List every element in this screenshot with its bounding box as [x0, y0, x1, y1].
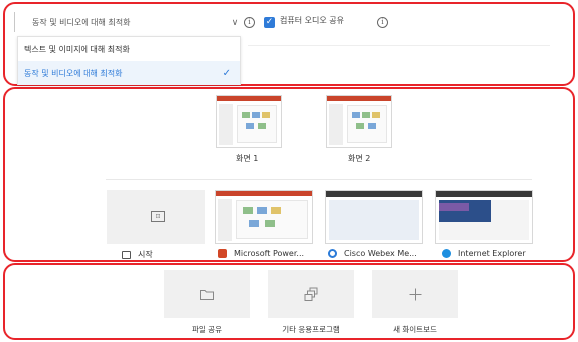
divider [106, 179, 532, 180]
slide-tile [262, 112, 270, 118]
app-label-text: Microsoft Power... [234, 249, 305, 258]
share-file-label: 파일 공유 [192, 325, 222, 334]
info-icon[interactable]: i [377, 17, 388, 28]
webex-thumbnail[interactable] [325, 190, 423, 244]
powerpoint-icon [218, 249, 227, 258]
optimize-dropdown-value: 동작 및 비디오에 대해 최적화 [32, 18, 131, 27]
other-applications-button[interactable] [268, 270, 354, 318]
slide-tile [352, 112, 360, 118]
slide-tile [258, 123, 266, 129]
window-titlebar [326, 191, 422, 197]
app-label-powerpoint: Microsoft Power... [218, 249, 304, 258]
slide-tile [362, 112, 370, 118]
window-icon [122, 250, 131, 259]
start-thumbnail[interactable]: ⊡ [107, 190, 205, 244]
app-label-text: 시작 [138, 250, 153, 259]
optimize-dropdown[interactable]: 동작 및 비디오에 대해 최적화 ∨ [26, 12, 242, 33]
slide-canvas [237, 105, 277, 143]
window-titlebar [436, 191, 532, 197]
app-label-internet-explorer: Internet Explorer [442, 249, 526, 258]
slide-tile [246, 123, 254, 129]
app-windows-icon [304, 287, 317, 301]
app-label-text: Internet Explorer [458, 249, 526, 258]
webex-icon [328, 249, 337, 258]
new-whiteboard-button[interactable] [372, 270, 458, 318]
ppt-ribbon [216, 191, 312, 196]
slide-panel [218, 199, 232, 241]
window-body [329, 200, 419, 240]
optimize-option-text-images[interactable]: 텍스트 및 이미지에 대해 최적화 [18, 37, 240, 61]
slide-tile [372, 112, 380, 118]
slide-tile [368, 123, 376, 129]
slide-tile [271, 207, 281, 214]
share-file-button[interactable] [164, 270, 250, 318]
other-applications-label: 기타 응용프로그램 [282, 325, 340, 334]
separator [14, 12, 15, 32]
slide-panel [219, 104, 233, 145]
divider [248, 45, 550, 46]
slide-canvas [236, 200, 308, 239]
menu-item-label: 동작 및 비디오에 대해 최적화 [24, 68, 123, 78]
window-icon: ⊡ [151, 211, 165, 222]
screen-1-label: 화면 1 [236, 154, 259, 163]
optimize-dropdown-menu: 텍스트 및 이미지에 대해 최적화 동작 및 비디오에 대해 최적화 ✓ [17, 36, 241, 85]
slide-tile [257, 207, 267, 214]
screen-2-thumbnail[interactable] [326, 95, 392, 148]
slide-tile [249, 220, 259, 227]
internet-explorer-icon [442, 249, 451, 258]
chevron-down-icon: ∨ [231, 17, 239, 28]
folder-icon [200, 289, 214, 300]
web-banner [439, 203, 469, 211]
slide-canvas [347, 105, 387, 143]
internet-explorer-thumbnail[interactable] [435, 190, 533, 244]
slide-tile [252, 112, 260, 118]
computer-audio-label: 컴퓨터 오디오 공유 [280, 16, 344, 25]
plus-icon [409, 288, 421, 300]
powerpoint-thumbnail[interactable] [215, 190, 313, 244]
slide-tile [265, 220, 275, 227]
ppt-ribbon [327, 96, 391, 101]
app-label-start: 시작 [122, 249, 153, 260]
slide-tile [356, 123, 364, 129]
new-whiteboard-label: 새 화이트보드 [393, 325, 437, 334]
app-label-webex: Cisco Webex Me... [328, 249, 417, 258]
computer-audio-checkbox[interactable]: ✓ [264, 17, 275, 28]
checkmark-icon: ✓ [222, 67, 231, 79]
slide-tile [242, 112, 250, 118]
ppt-ribbon [217, 96, 281, 101]
slide-panel [329, 104, 343, 145]
menu-item-label: 텍스트 및 이미지에 대해 최적화 [24, 44, 130, 54]
slide-tile [243, 207, 253, 214]
app-label-text: Cisco Webex Me... [344, 249, 417, 258]
screen-1-thumbnail[interactable] [216, 95, 282, 148]
screen-2-label: 화면 2 [348, 154, 371, 163]
info-icon[interactable]: i [244, 17, 255, 28]
optimize-option-motion-video[interactable]: 동작 및 비디오에 대해 최적화 ✓ [18, 61, 240, 85]
